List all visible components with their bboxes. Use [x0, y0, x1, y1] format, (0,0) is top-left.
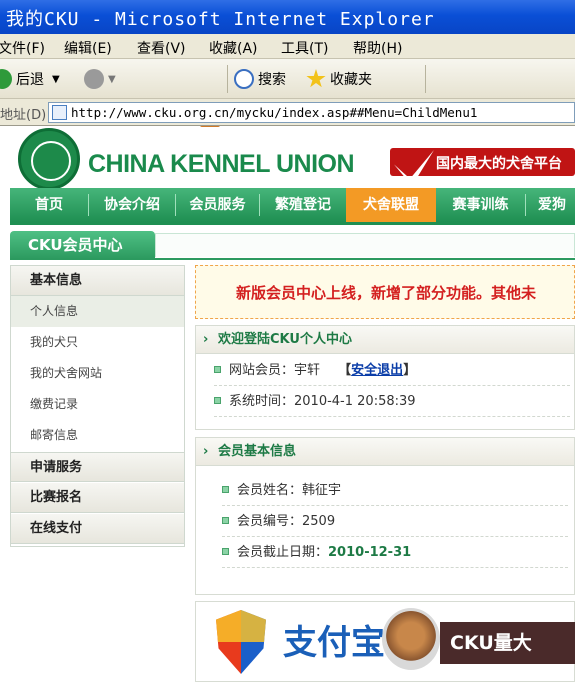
bracket-open: 【 [338, 363, 352, 378]
welcome-panel-header: › 欢迎登陆CKU个人中心 [196, 326, 574, 354]
number-label: 会员编号： [237, 514, 303, 529]
member-number-row: 会员编号：2509 [222, 507, 568, 537]
cku-ad-text[interactable]: CKU量大 [440, 622, 575, 664]
chevron-right-icon: › [203, 444, 209, 459]
member-center-tab: CKU会员中心 [10, 231, 155, 259]
back-button[interactable]: 后退 ▼ [0, 67, 60, 91]
sidebar-item-my-kennel-site[interactable]: 我的犬舍网站 [11, 358, 184, 389]
nav-home[interactable]: 首页 [10, 188, 88, 222]
welcome-panel: › 欢迎登陆CKU个人中心 网站会员：宇轩 【安全退出】 系统时间：2010-4… [195, 325, 575, 430]
toolbar: 后退 ▼ ▼ 搜索 收藏夹 ▼ ▼ [0, 59, 575, 147]
menu-file[interactable]: 文件(F) [0, 38, 45, 58]
toolbar-divider [227, 65, 228, 93]
address-bar: 地址(D) http://www.cku.org.cn/mycku/index.… [0, 99, 575, 126]
address-url[interactable]: http://www.cku.org.cn/mycku/index.asp##M… [71, 105, 477, 120]
site-brand: CHINA KENNEL UNION [88, 150, 355, 178]
address-label: 地址(D) [0, 108, 47, 123]
welcome-title: 欢迎登陆CKU个人中心 [218, 332, 352, 347]
nav-dog-lovers[interactable]: 爱狗 [526, 188, 575, 222]
menu-bar: 文件(F) 编辑(E) 查看(V) 收藏(A) 工具(T) 帮助(H) [0, 34, 575, 59]
search-button[interactable]: 搜索 [234, 67, 286, 91]
member-name-row: 会员姓名：韩征宇 [222, 476, 568, 506]
nav-about[interactable]: 协会介绍 [89, 188, 175, 222]
window-title-bar: 我的CKU - Microsoft Internet Explorer [0, 0, 575, 34]
member-label: 网站会员：宇轩 [229, 363, 321, 378]
favorites-button[interactable]: 收藏夹 [306, 67, 372, 91]
search-icon [234, 69, 254, 89]
page-icon [52, 105, 67, 120]
nav-underline [10, 222, 575, 225]
name-label: 会员姓名： [237, 483, 303, 498]
sidebar: 基本信息 个人信息 我的犬只 我的犬舍网站 缴费记录 邮寄信息 申请服务 比赛报… [10, 265, 185, 547]
dog-badge-icon [382, 608, 440, 670]
nav-events[interactable]: 赛事训练 [436, 188, 525, 222]
sidebar-section-apply-services[interactable]: 申请服务 [11, 452, 184, 482]
chevron-down-icon[interactable]: ▼ [52, 74, 60, 85]
center-header-strip [155, 233, 575, 257]
nav-breeding[interactable]: 繁殖登记 [260, 188, 346, 222]
window-title: 我的CKU - Microsoft Internet Explorer [6, 9, 435, 30]
toolbar-divider [425, 65, 426, 93]
time-label: 系统时间： [229, 394, 295, 409]
expiry-value: 2010-12-31 [328, 545, 412, 560]
menu-favorites[interactable]: 收藏(A) [209, 38, 258, 58]
bullet-icon [222, 486, 229, 493]
bracket-close: 】 [403, 363, 417, 378]
logout-link[interactable]: 安全退出 [351, 363, 403, 378]
bullet-icon [222, 548, 229, 555]
sidebar-item-my-dogs[interactable]: 我的犬只 [11, 327, 184, 358]
system-time-row: 系统时间：2010-4-1 20:58:39 [214, 387, 570, 417]
expiry-label: 会员截止日期： [237, 545, 329, 560]
back-label: 后退 [16, 72, 44, 88]
star-icon [306, 69, 326, 88]
favorites-label: 收藏夹 [330, 72, 372, 88]
back-arrow-icon [0, 69, 12, 89]
menu-tools[interactable]: 工具(T) [281, 38, 328, 58]
time-value: 2010-4-1 20:58:39 [294, 394, 416, 409]
chevron-right-icon: › [203, 332, 209, 347]
member-row: 网站会员：宇轩 【安全退出】 [214, 356, 570, 386]
sidebar-section-basic-info[interactable]: 基本信息 [11, 266, 184, 296]
member-info-panel: › 会员基本信息 会员姓名：韩征宇 会员编号：2509 会员截止日期：2010-… [195, 437, 575, 595]
number-value: 2509 [302, 514, 336, 529]
member-info-title: 会员基本信息 [218, 444, 297, 459]
bullet-icon [222, 517, 229, 524]
chevron-down-icon[interactable]: ▼ [108, 74, 116, 85]
sidebar-item-personal-info[interactable]: 个人信息 [11, 296, 184, 327]
forward-button[interactable]: ▼ [84, 67, 116, 91]
sidebar-item-payment-records[interactable]: 缴费记录 [11, 389, 184, 420]
name-value: 韩征宇 [302, 483, 342, 498]
sidebar-section-competition-signup[interactable]: 比赛报名 [11, 483, 184, 513]
member-center-underline [10, 258, 575, 260]
member-expiry-row: 会员截止日期：2010-12-31 [222, 538, 568, 568]
bullet-icon [214, 397, 221, 404]
member-info-header: › 会员基本信息 [196, 438, 574, 466]
menu-help[interactable]: 帮助(H) [353, 38, 402, 58]
main-nav: 首页 协会介绍 会员服务 繁殖登记 犬舍联盟 赛事训练 爱狗 [10, 188, 575, 222]
nav-kennel-union[interactable]: 犬舍联盟 [346, 188, 436, 222]
sidebar-section-online-payment[interactable]: 在线支付 [11, 514, 184, 544]
cku-logo[interactable] [18, 128, 80, 190]
menu-edit[interactable]: 编辑(E) [64, 38, 112, 58]
notice-banner: 新版会员中心上线，新增了部分功能。其他未 [195, 265, 575, 319]
alipay-logo[interactable]: 支付宝 [283, 615, 385, 664]
forward-arrow-icon [84, 69, 104, 89]
search-label: 搜索 [258, 72, 286, 88]
bullet-icon [214, 366, 221, 373]
address-input[interactable]: http://www.cku.org.cn/mycku/index.asp##M… [48, 102, 575, 123]
sidebar-item-mailing-info[interactable]: 邮寄信息 [11, 420, 184, 451]
nav-member-services[interactable]: 会员服务 [176, 188, 259, 222]
menu-view[interactable]: 查看(V) [137, 38, 186, 58]
